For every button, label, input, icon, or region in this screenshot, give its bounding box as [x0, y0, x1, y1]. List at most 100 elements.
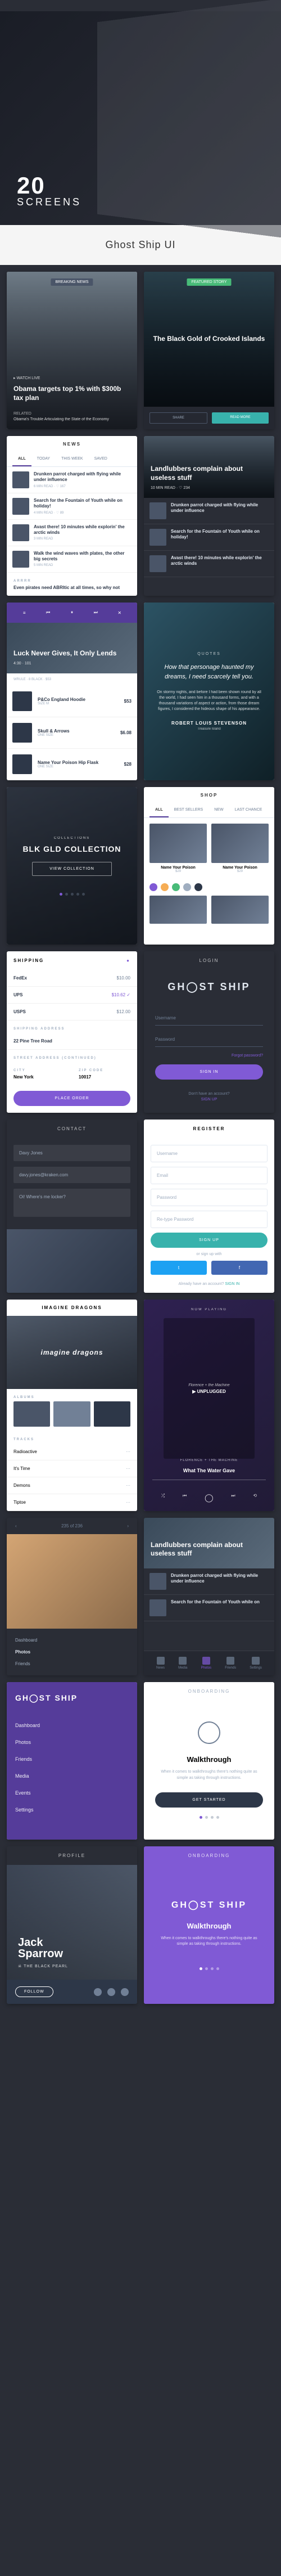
zip-value[interactable]: 10017	[72, 1075, 137, 1084]
shop-product[interactable]: Name Your Poison$29	[211, 824, 269, 873]
watch-live-link[interactable]: ▸ WATCH LIVE	[13, 376, 130, 381]
twitter-icon[interactable]	[94, 1988, 102, 1996]
track-item[interactable]: It's Time⋯	[7, 1460, 137, 1477]
related-link[interactable]: Obama's Trouble Articulating the State o…	[13, 417, 130, 422]
product-item[interactable]: Name Your Poison Hip FlaskONE SIZE$28	[7, 749, 137, 780]
contact-message-input[interactable]: Oi! Where's me locker?	[13, 1189, 130, 1217]
track-item[interactable]: Tiptoe⋯	[7, 1494, 137, 1511]
filter-all[interactable]: ALL	[12, 452, 31, 466]
track-item[interactable]: Demons⋯	[7, 1477, 137, 1494]
shuffle-icon[interactable]: ⤮	[161, 1493, 165, 1503]
username-input[interactable]: Username	[155, 1011, 263, 1026]
next-icon[interactable]: ⏭	[231, 1493, 235, 1503]
filter-week[interactable]: THIS WEEK	[56, 452, 89, 466]
share-button[interactable]: SHARE	[149, 412, 207, 424]
color-orange[interactable]	[161, 883, 169, 891]
feed-item[interactable]: Drunken parrot charged with flying while…	[144, 1568, 274, 1595]
view-collection-button[interactable]: VIEW COLLECTION	[32, 862, 112, 876]
play-icon[interactable]: ◯	[205, 1493, 214, 1503]
nav-media[interactable]: Media	[178, 1657, 187, 1670]
gallery-image[interactable]	[7, 1534, 137, 1629]
prev-icon[interactable]: ⏮	[183, 1493, 187, 1503]
shop-filter-new[interactable]: NEW	[209, 803, 229, 817]
product-item[interactable]: Skull & ArrowsONE SIZE$6.08	[7, 717, 137, 749]
instagram-icon[interactable]	[121, 1988, 129, 1996]
player-next-icon[interactable]: ⏭	[91, 608, 100, 617]
gallery-prev-icon[interactable]: ‹	[15, 1523, 17, 1528]
place-order-button[interactable]: PLACE ORDER	[13, 1091, 130, 1106]
shop-product[interactable]: Name Your Poison$29	[149, 824, 207, 873]
more-headline[interactable]: Even pirates need ABRItic at all times, …	[7, 585, 137, 596]
shop-filter-best[interactable]: BEST SELLERS	[169, 803, 209, 817]
nav-friends[interactable]: Friends	[225, 1657, 236, 1670]
news-item[interactable]: Walk the wind waves with plates, the oth…	[7, 546, 137, 573]
reg-password2-input[interactable]: Re-type Password	[151, 1211, 268, 1228]
gallery-next-icon[interactable]: ›	[127, 1523, 129, 1528]
ship-option[interactable]: USPS$12.00	[7, 1004, 137, 1020]
twitter-button[interactable]: t	[151, 1261, 207, 1275]
city-value[interactable]: New York	[7, 1075, 72, 1084]
news-item[interactable]: Avast there! 10 minutes while explorin' …	[7, 520, 137, 546]
feed-item[interactable]: Drunken parrot charged with flying while…	[144, 498, 274, 524]
album-thumb[interactable]	[13, 1401, 50, 1427]
contact-map[interactable]	[7, 1229, 137, 1293]
news-item[interactable]: Search for the Fountain of Youth while o…	[7, 493, 137, 520]
addr-value[interactable]: 22 Pine Tree Road	[13, 1039, 52, 1044]
menu-media[interactable]: Media	[15, 1768, 129, 1784]
signin-button[interactable]: SIGN IN	[155, 1064, 263, 1080]
nav-settings[interactable]: Settings	[250, 1657, 262, 1670]
shop-filter-all[interactable]: ALL	[149, 803, 169, 817]
password-input[interactable]: Password	[155, 1032, 263, 1047]
menu-item[interactable]: Friends	[15, 1658, 129, 1670]
repeat-icon[interactable]: ⟲	[253, 1493, 257, 1503]
menu-dashboard[interactable]: Dashboard	[15, 1717, 129, 1734]
menu-photos[interactable]: Photos	[15, 1734, 129, 1751]
track-item[interactable]: Radioactive⋯	[7, 1444, 137, 1460]
get-started-button[interactable]: GET STARTED	[155, 1792, 263, 1808]
feed-headline[interactable]: Landlubbers complain about useless stuff	[151, 465, 268, 482]
feed-headline[interactable]: Landlubbers complain about useless stuff	[151, 1541, 268, 1558]
product-item[interactable]: P&Co England HoodieSIZE M$53	[7, 686, 137, 717]
filter-saved[interactable]: SAVED	[89, 452, 113, 466]
facebook-icon[interactable]	[107, 1988, 115, 1996]
signin-link[interactable]: SIGN IN	[225, 1282, 239, 1286]
reg-email-input[interactable]: Email	[151, 1167, 268, 1184]
nav-news[interactable]: News	[156, 1657, 165, 1670]
ship-option[interactable]: UPS$10.62 ✓	[7, 987, 137, 1004]
menu-item[interactable]: Photos	[15, 1646, 129, 1658]
menu-item[interactable]: Dashboard	[15, 1634, 129, 1646]
player-menu-icon[interactable]: ≡	[20, 608, 29, 617]
player-play-icon[interactable]: ⏸	[67, 608, 76, 617]
forgot-link[interactable]: Forgot password?	[155, 1054, 263, 1058]
player-close-icon[interactable]: ✕	[115, 608, 124, 617]
news-headline[interactable]: Obama targets top 1% with $300b tax plan	[13, 385, 130, 402]
signup-link[interactable]: SIGN UP	[155, 1098, 263, 1102]
feed-item[interactable]: Search for the Fountain of Youth while o…	[144, 1595, 274, 1621]
color-purple[interactable]	[149, 883, 157, 891]
menu-friends[interactable]: Friends	[15, 1751, 129, 1768]
menu-events[interactable]: Events	[15, 1784, 129, 1801]
facebook-button[interactable]: f	[211, 1261, 268, 1275]
reg-username-input[interactable]: Username	[151, 1145, 268, 1162]
news-item[interactable]: Drunken parrot charged with flying while…	[7, 467, 137, 493]
color-gray[interactable]	[183, 883, 191, 891]
featured-headline[interactable]: The Black Gold of Crooked Islands	[153, 335, 265, 344]
signup-button[interactable]: SIGN UP	[151, 1233, 268, 1248]
nav-photos[interactable]: Photos	[201, 1657, 211, 1670]
album-thumb[interactable]	[53, 1401, 90, 1427]
album-thumb[interactable]	[94, 1401, 130, 1427]
follow-button[interactable]: FOLLOW	[15, 1986, 53, 1997]
color-black[interactable]	[194, 883, 202, 891]
color-green[interactable]	[172, 883, 180, 891]
contact-name-input[interactable]: Davy Jones	[13, 1145, 130, 1161]
reg-password-input[interactable]: Password	[151, 1189, 268, 1206]
filter-today[interactable]: TODAY	[31, 452, 56, 466]
feed-item[interactable]: Search for the Fountain of Youth while o…	[144, 524, 274, 551]
shop-filter-last[interactable]: LAST CHANCE	[229, 803, 268, 817]
ship-option[interactable]: FedEx$10.00	[7, 970, 137, 987]
player-prev-icon[interactable]: ⏮	[44, 608, 53, 617]
menu-settings[interactable]: Settings	[15, 1801, 129, 1818]
feed-item[interactable]: Avast there! 10 minutes while explorin' …	[144, 551, 274, 577]
contact-email-input[interactable]: davy.jones@kraken.com	[13, 1167, 130, 1183]
read-more-button[interactable]: READ MORE	[212, 412, 269, 424]
